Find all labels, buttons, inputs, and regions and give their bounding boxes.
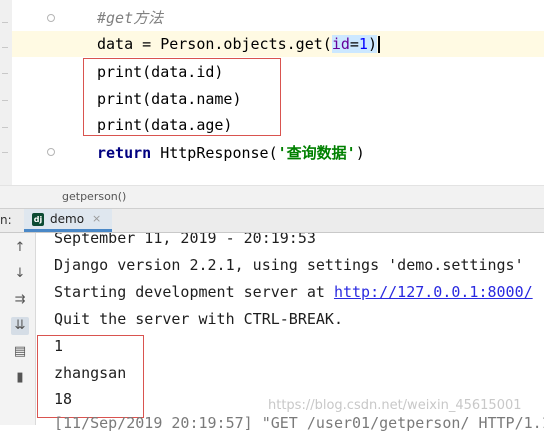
arrow-down-icon[interactable]: ↓ (11, 265, 29, 283)
fold-marker-icon[interactable] (47, 14, 55, 22)
code-comment: #get方法 (97, 9, 164, 27)
code-param: id (331, 35, 350, 53)
console-line: Quit the server with CTRL-BREAK. (54, 310, 343, 328)
console-line: Django version 2.2.1, using settings 'de… (54, 256, 524, 274)
code-line-return: return HttpResponse('查询数据') (97, 140, 365, 166)
server-url-link[interactable]: http://127.0.0.1:8000/ (334, 283, 533, 301)
code-editor[interactable]: #get方法 data = Person.objects.get(id=1) p… (0, 0, 544, 185)
breadcrumb[interactable]: getperson() (62, 190, 126, 203)
code-keyword: return (97, 144, 152, 162)
trash-icon[interactable]: ▮ (11, 369, 29, 387)
gutter-marker (2, 127, 8, 128)
tab-label: demo (50, 212, 85, 226)
gutter-marker (2, 73, 8, 74)
run-tab-bar: n: dj demo × (0, 209, 544, 233)
console-text: Starting development server at (54, 283, 334, 301)
code-line-get: data = Person.objects.get(id=1) (97, 31, 380, 57)
watermark: https://blog.csdn.net/weixin_45615001 (268, 398, 522, 413)
scroll-to-end-icon[interactable]: ⇊ (11, 317, 29, 335)
print-icon[interactable]: ▤ (11, 343, 29, 361)
gutter-marker (2, 100, 8, 101)
code-text: data = Person.objects.get( (97, 35, 332, 53)
tab-demo[interactable]: dj demo × (24, 209, 112, 232)
annotation-box-code (83, 58, 281, 136)
text-caret (377, 36, 380, 53)
annotation-box-output (37, 335, 144, 418)
gutter-marker (2, 22, 8, 23)
console-line: Starting development server at http://12… (54, 279, 533, 306)
gutter-marker (2, 152, 8, 153)
editor-gutter (0, 0, 12, 185)
console-line: September 11, 2019 - 20:19:53 (54, 233, 316, 247)
code-text: ) (367, 35, 377, 53)
code-text: = (349, 35, 359, 53)
run-label: n: (0, 213, 12, 227)
code-text: HttpResponse( (151, 144, 278, 162)
arrow-up-icon[interactable]: ↑ (11, 239, 29, 257)
close-icon[interactable]: × (92, 212, 101, 225)
run-toolbar: ↑ ↓ ⇉ ⇊ ▤ ▮ (0, 233, 36, 425)
code-text: ) (355, 144, 365, 162)
django-icon: dj (32, 213, 44, 226)
console-request-log: [11/Sep/2019 20:19:57] "GET /user01/getp… (54, 414, 544, 432)
code-number: 1 (358, 35, 368, 53)
code-string: '查询数据' (277, 144, 356, 162)
breadcrumb-bar: getperson() (0, 185, 544, 209)
soft-wrap-icon[interactable]: ⇉ (11, 291, 29, 309)
fold-marker-icon[interactable] (47, 148, 55, 156)
gutter-marker (2, 47, 8, 48)
